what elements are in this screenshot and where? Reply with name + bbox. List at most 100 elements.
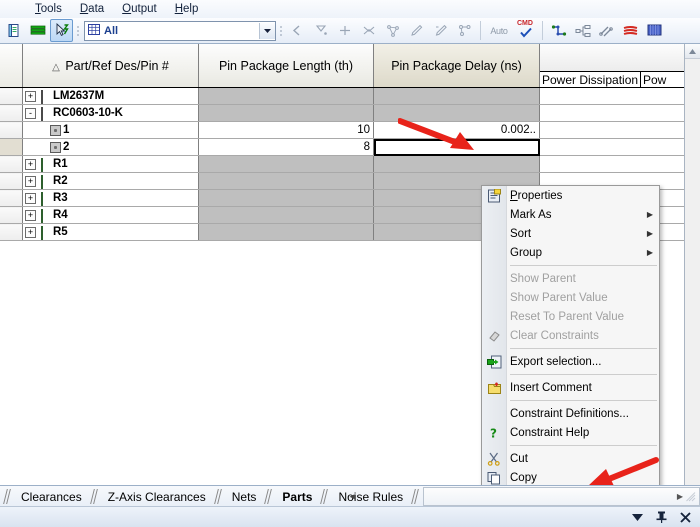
ctx-constraint-definitions[interactable]: Constraint Definitions... bbox=[482, 404, 659, 423]
auto-label[interactable]: Auto bbox=[485, 19, 513, 42]
ctx-mark-as[interactable]: Mark As ▶ bbox=[482, 205, 659, 224]
expand-icon[interactable]: + bbox=[25, 158, 36, 170]
cell-length[interactable] bbox=[198, 104, 374, 122]
tab-nets[interactable]: Nets bbox=[223, 488, 264, 506]
edit-pencil-alt-icon[interactable] bbox=[429, 19, 452, 42]
column-header-power-dissipation[interactable]: Power Dissipation bbox=[540, 72, 641, 87]
layers-red-icon[interactable] bbox=[619, 19, 642, 42]
tab-clearances[interactable]: Clearances bbox=[12, 488, 89, 506]
cell-length[interactable]: 8 bbox=[198, 138, 374, 156]
ctx-insert-comment[interactable]: Insert Comment bbox=[482, 378, 659, 397]
back-arrow-icon[interactable] bbox=[285, 19, 308, 42]
cell-delay[interactable] bbox=[373, 87, 540, 105]
cell-length[interactable] bbox=[198, 172, 374, 190]
topology-icon[interactable] bbox=[381, 19, 404, 42]
tab-parts[interactable]: Parts bbox=[273, 488, 319, 506]
table-row[interactable]: 2 8 bbox=[0, 138, 695, 156]
row-header[interactable] bbox=[0, 206, 23, 224]
chevron-down-icon[interactable] bbox=[259, 22, 275, 39]
row-header[interactable] bbox=[0, 155, 23, 173]
cell-delay[interactable]: 0.002.. bbox=[373, 121, 540, 139]
expand-icon[interactable]: + bbox=[25, 226, 36, 238]
column-header-delay[interactable]: Pin Package Delay (ns) bbox=[373, 44, 540, 88]
ctx-sort[interactable]: Sort ▶ bbox=[482, 224, 659, 243]
table-row[interactable]: - RC0603-10-K bbox=[0, 104, 695, 122]
ctx-copy[interactable]: Copy bbox=[482, 468, 659, 485]
filter-combo[interactable]: All bbox=[84, 20, 276, 41]
cell-delay[interactable] bbox=[373, 155, 540, 173]
ctx-constraint-help[interactable]: ? Constraint Help bbox=[482, 423, 659, 442]
cell-length[interactable] bbox=[198, 189, 374, 207]
expand-icon[interactable]: + bbox=[25, 209, 36, 221]
cell-power[interactable] bbox=[539, 87, 695, 105]
cell-power[interactable] bbox=[539, 121, 695, 139]
expand-icon[interactable]: + bbox=[25, 90, 36, 102]
ctx-group[interactable]: Group ▶ bbox=[482, 243, 659, 262]
cell-name[interactable]: + R5 bbox=[22, 223, 199, 241]
grid-corner-cell[interactable] bbox=[0, 44, 23, 88]
cell-name[interactable]: + R4 bbox=[22, 206, 199, 224]
pin-icon[interactable] bbox=[654, 510, 668, 524]
cross-probe-icon[interactable] bbox=[357, 19, 380, 42]
toolbar-grip[interactable] bbox=[74, 21, 81, 40]
expand-icon[interactable]: + bbox=[25, 192, 36, 204]
cell-name[interactable]: + R1 bbox=[22, 155, 199, 173]
menu-tools[interactable]: Tools bbox=[26, 2, 71, 16]
column-header-length[interactable]: Pin Package Length (th) bbox=[198, 44, 374, 88]
toolbar-grip-2[interactable] bbox=[277, 21, 284, 40]
cell-name[interactable]: - RC0603-10-K bbox=[22, 104, 199, 122]
ctx-cut[interactable]: Cut bbox=[482, 449, 659, 468]
cell-name[interactable]: + R2 bbox=[22, 172, 199, 190]
column-header-power-group[interactable]: Power Dissipation Pow bbox=[539, 44, 695, 88]
row-header[interactable] bbox=[0, 189, 23, 207]
close-icon[interactable] bbox=[678, 510, 692, 524]
cell-delay-focused[interactable] bbox=[373, 138, 540, 156]
expand-icon[interactable]: + bbox=[25, 175, 36, 187]
tab-noise-rules[interactable]: Noise Rules bbox=[329, 488, 410, 506]
menu-help[interactable]: Help bbox=[166, 2, 208, 16]
column-header-name[interactable]: △ Part/Ref Des/Pin # bbox=[22, 44, 199, 88]
tab-z-axis-clearances[interactable]: Z-Axis Clearances bbox=[99, 488, 213, 506]
collapse-icon[interactable]: - bbox=[25, 107, 36, 119]
menu-output[interactable]: Output bbox=[113, 2, 166, 16]
hierarchy-icon[interactable] bbox=[571, 19, 594, 42]
report-icon[interactable] bbox=[2, 19, 25, 42]
cmd-check-icon[interactable]: CMD bbox=[514, 19, 538, 42]
cell-length[interactable] bbox=[198, 206, 374, 224]
layers-blue-icon[interactable] bbox=[643, 19, 666, 42]
row-header[interactable] bbox=[0, 121, 23, 139]
net-flag-icon[interactable] bbox=[309, 19, 332, 42]
table-row[interactable]: + LM2637M bbox=[0, 87, 695, 105]
node-link-icon[interactable] bbox=[453, 19, 476, 42]
edit-pencil-icon[interactable] bbox=[405, 19, 428, 42]
cell-delay[interactable] bbox=[373, 104, 540, 122]
route-icon[interactable] bbox=[547, 19, 570, 42]
cell-length[interactable]: 10 bbox=[198, 121, 374, 139]
scroll-left-icon[interactable]: ◄ bbox=[348, 492, 356, 501]
table-row[interactable]: 1 10 0.002.. bbox=[0, 121, 695, 139]
cell-length[interactable] bbox=[198, 155, 374, 173]
sort-ascending-icon[interactable]: △ bbox=[52, 62, 60, 73]
cell-name[interactable]: 1 bbox=[22, 121, 199, 139]
cell-power[interactable] bbox=[539, 155, 695, 173]
row-header[interactable] bbox=[0, 104, 23, 122]
scroll-right-icon[interactable]: ▶ bbox=[677, 492, 683, 501]
scroll-up-icon[interactable] bbox=[685, 44, 700, 59]
row-header[interactable] bbox=[0, 223, 23, 241]
ctx-export-selection[interactable]: Export selection... bbox=[482, 352, 659, 371]
table-row[interactable]: + R1 bbox=[0, 155, 695, 173]
vertical-scrollbar[interactable] bbox=[684, 44, 700, 485]
cell-name[interactable]: + R3 bbox=[22, 189, 199, 207]
row-header[interactable] bbox=[0, 172, 23, 190]
menu-data[interactable]: Data bbox=[71, 2, 113, 16]
stackup-icon[interactable] bbox=[26, 19, 49, 42]
row-header[interactable] bbox=[0, 87, 23, 105]
cell-power[interactable] bbox=[539, 138, 695, 156]
select-mode-icon[interactable] bbox=[50, 19, 73, 42]
diff-pair-icon[interactable] bbox=[595, 19, 618, 42]
cell-name[interactable]: 2 bbox=[22, 138, 199, 156]
row-header[interactable] bbox=[0, 138, 23, 156]
cell-power[interactable] bbox=[539, 104, 695, 122]
dropdown-icon[interactable] bbox=[630, 510, 644, 524]
cell-length[interactable] bbox=[198, 223, 374, 241]
